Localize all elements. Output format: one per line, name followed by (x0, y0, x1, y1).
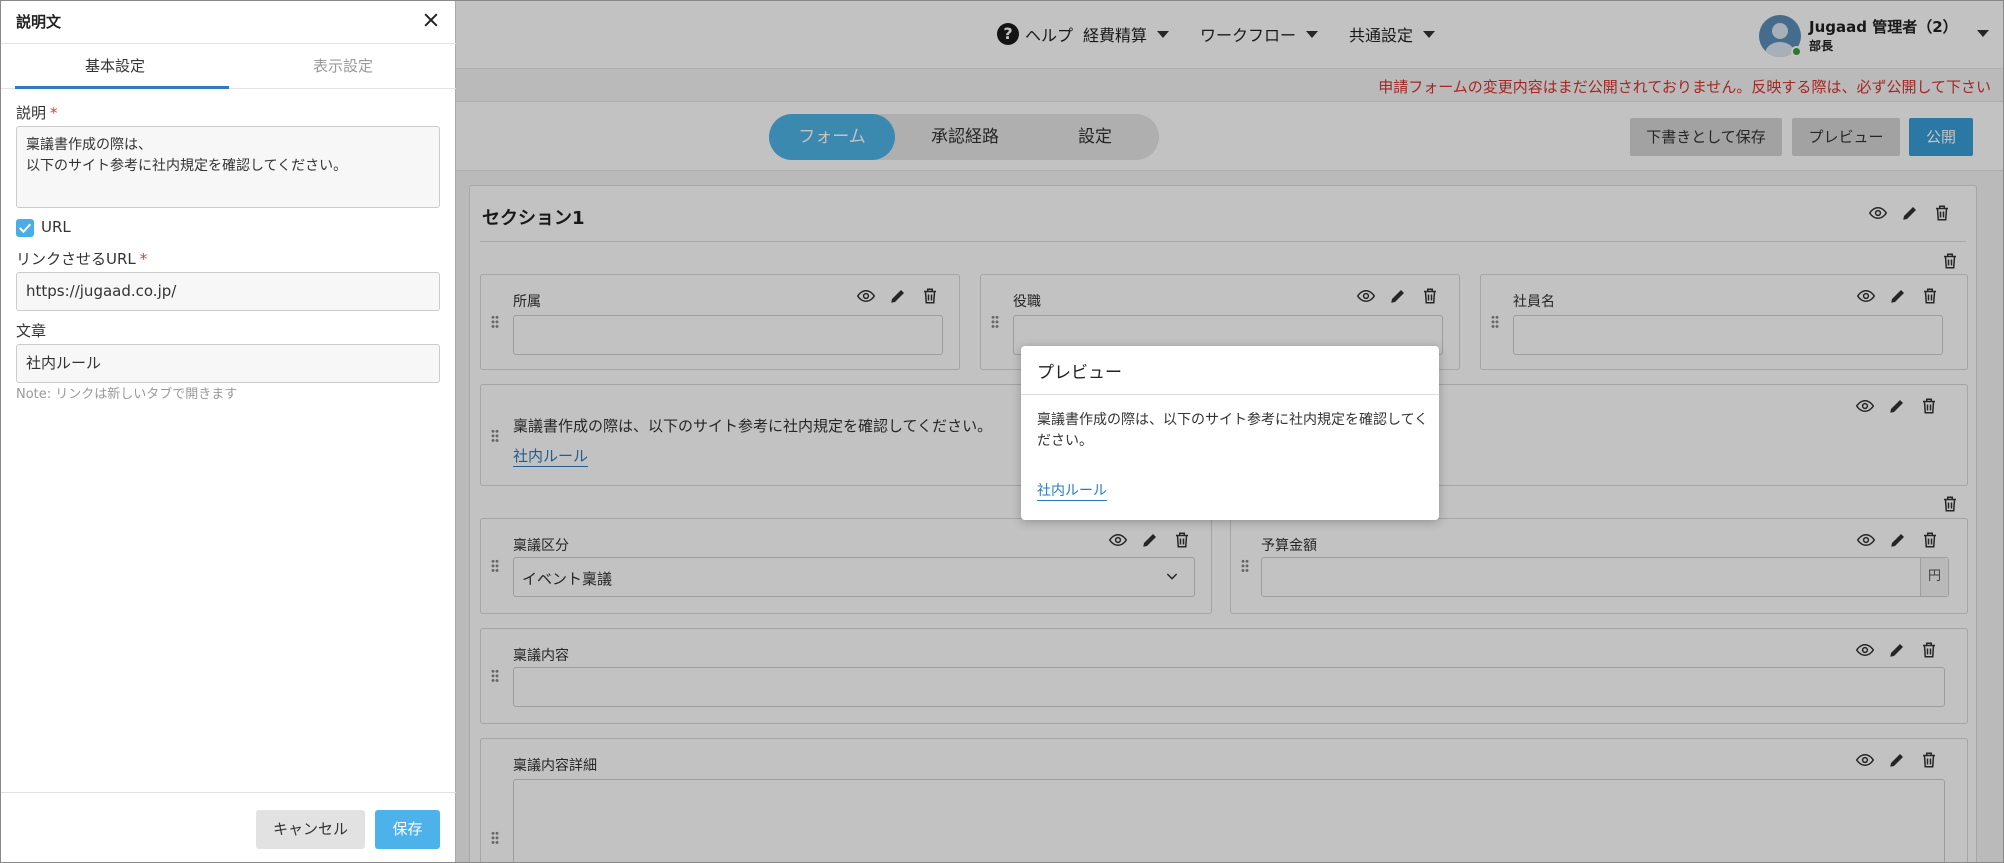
description-label-text: 説明 (16, 104, 47, 122)
link-url-input[interactable]: https://jugaad.co.jp/ (16, 272, 440, 311)
text-label: 文章 (16, 322, 47, 340)
link-note: Note: リンクは新しいタブで開きます (16, 387, 238, 402)
description-line: 以下のサイト参考に社内規定を確認してください。 (26, 158, 348, 174)
close-icon[interactable] (421, 10, 441, 32)
description-settings-panel: 説明文 基本設定 表示設定 説明 * 稟議書作成の際は、 以下のサイト参考に社内規… (1, 1, 456, 862)
panel-tabs: 基本設定 表示設定 (1, 43, 456, 89)
preview-popup: プレビュー 稟議書作成の際は、以下のサイト参考に社内規定を確認してください。 社… (1021, 346, 1439, 520)
url-checkbox-label[interactable]: URL (41, 218, 71, 236)
popup-title: プレビュー (1037, 363, 1122, 383)
description-label: 説明 * (16, 102, 58, 123)
required-mark: * (50, 104, 58, 122)
popup-link[interactable]: 社内ルール (1037, 482, 1107, 501)
page: ? ヘルプ 経費精算 ワークフロー 共通設定 Jugaad 管理者（2） 部長 (0, 0, 2004, 863)
active-tab-indicator (15, 86, 229, 89)
panel-title: 説明文 (16, 13, 62, 31)
popup-divider (1021, 394, 1439, 395)
link-url-label-text: リンクさせるURL (16, 250, 136, 268)
url-checkbox[interactable] (16, 219, 34, 237)
link-text-input[interactable]: 社内ルール (16, 344, 440, 383)
cancel-button[interactable]: キャンセル (256, 810, 365, 849)
description-line: 稟議書作成の際は、 (26, 137, 152, 153)
link-url-label: リンクさせるURL * (16, 248, 147, 269)
tab-basic-settings[interactable]: 基本設定 (1, 44, 229, 88)
tab-display-settings[interactable]: 表示設定 (229, 44, 457, 88)
description-textarea[interactable]: 稟議書作成の際は、 以下のサイト参考に社内規定を確認してください。 (16, 126, 440, 208)
panel-footer-divider (1, 792, 456, 793)
required-mark: * (139, 250, 148, 268)
popup-description: 稟議書作成の際は、以下のサイト参考に社内規定を確認してください。 (1037, 412, 1429, 449)
save-button[interactable]: 保存 (375, 810, 440, 849)
